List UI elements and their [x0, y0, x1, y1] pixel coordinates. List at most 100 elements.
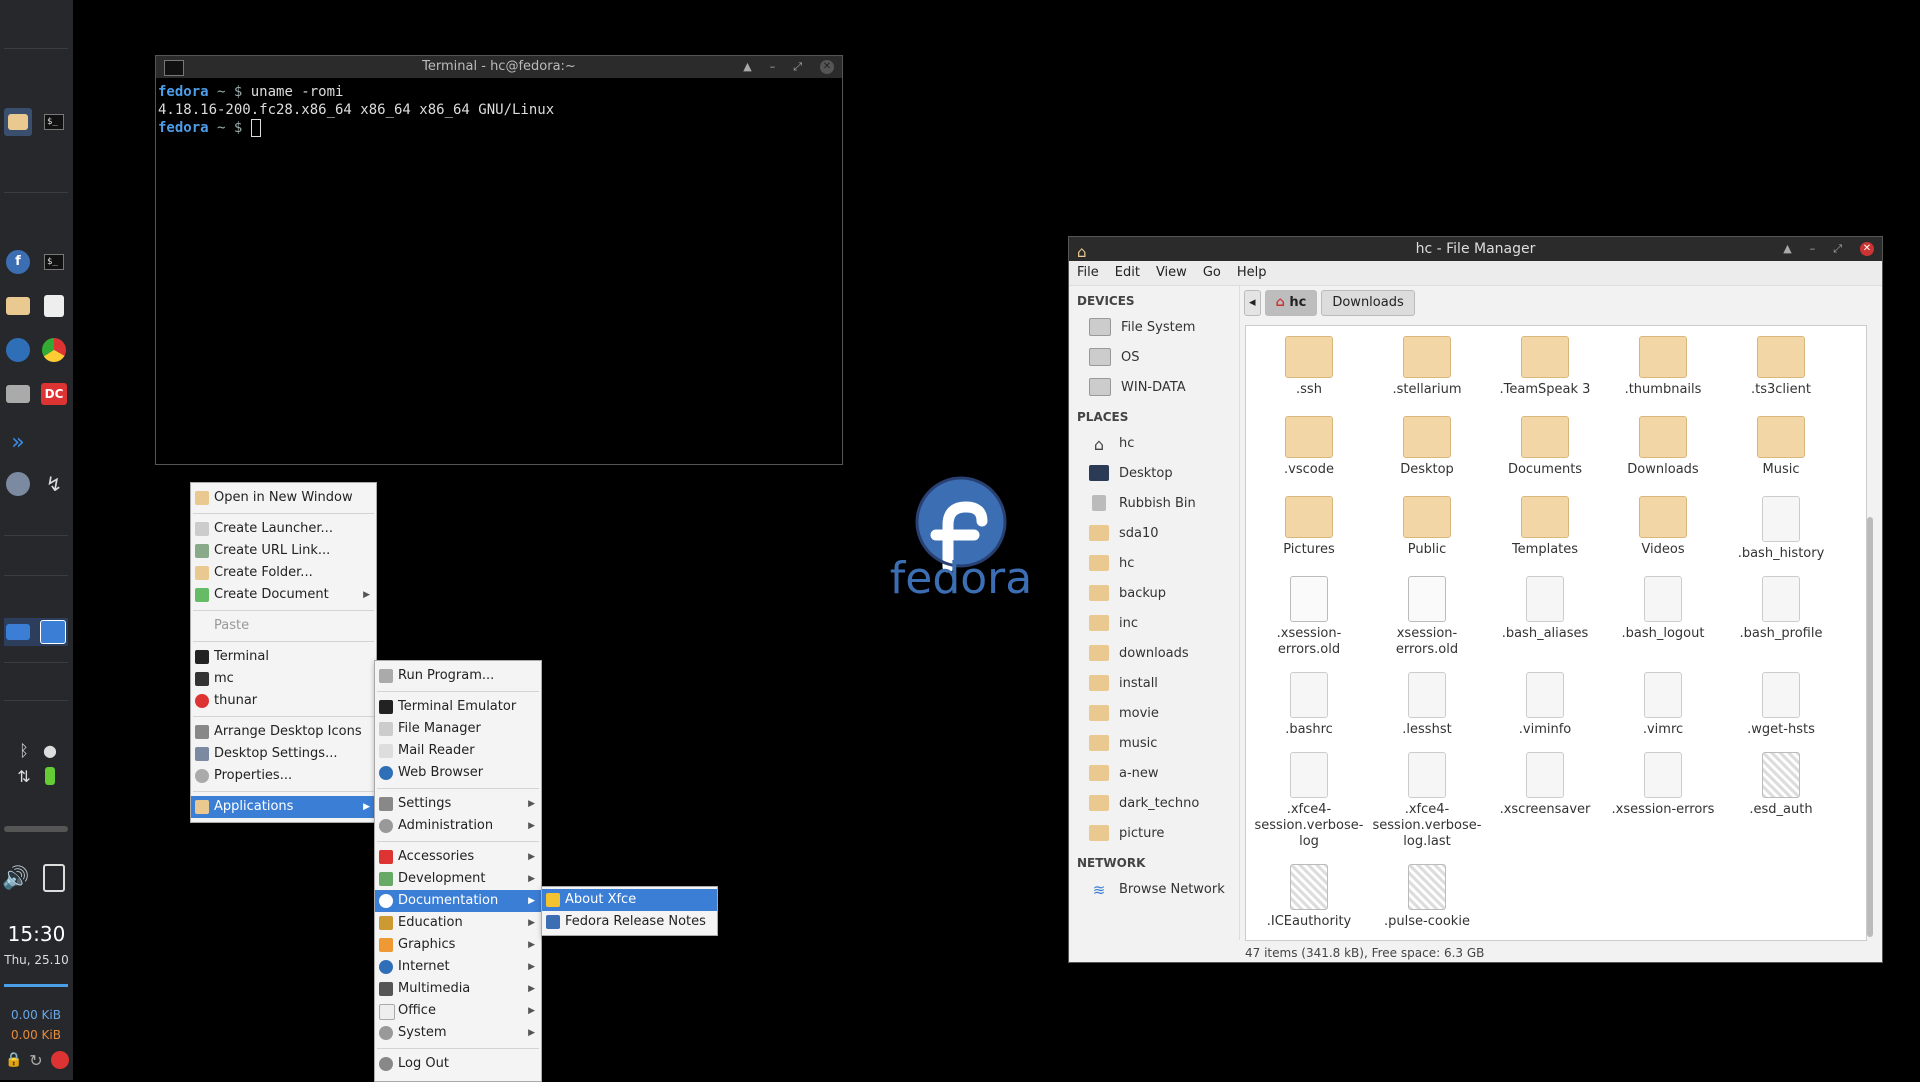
sidebar-item-dark-techno[interactable]: dark_techno — [1069, 788, 1239, 818]
file-item[interactable]: .bash_profile — [1722, 568, 1840, 642]
folder-item[interactable]: Music — [1722, 408, 1840, 478]
terminal-titlebar[interactable]: Terminal - hc@fedora:~ ▲ – ⤢ ✕ — [156, 56, 842, 78]
sidebar-item-rubbish-bin[interactable]: Rubbish Bin — [1069, 488, 1239, 518]
file-item[interactable]: .xfce4-session.verbose-log — [1250, 744, 1368, 850]
clock-time[interactable]: 15:30 — [0, 922, 73, 946]
sidebar-item-hc[interactable]: hc — [1069, 548, 1239, 578]
scrollbar-thumb[interactable] — [1867, 517, 1873, 937]
file-item[interactable]: .bash_aliases — [1486, 568, 1604, 642]
menu-office[interactable]: Office ▶ — [375, 1000, 541, 1022]
folder-window-button[interactable] — [4, 108, 32, 136]
path-left-arrow-icon[interactable]: ◂ — [1244, 290, 1261, 316]
minimize-icon[interactable]: – — [1810, 237, 1816, 261]
menu-accessories[interactable]: Accessories ▶ — [375, 846, 541, 868]
folder-item[interactable]: Pictures — [1250, 488, 1368, 558]
menu-edit[interactable]: Edit — [1107, 261, 1148, 285]
sidebar-item-hc-home[interactable]: ⌂ hc — [1069, 428, 1239, 458]
settings-launcher[interactable] — [4, 470, 32, 498]
menu-help[interactable]: Help — [1229, 261, 1275, 285]
chrome-launcher[interactable] — [40, 336, 68, 364]
folder-item[interactable]: .ssh — [1250, 328, 1368, 398]
menu-graphics[interactable]: Graphics ▶ — [375, 934, 541, 956]
menu-arrange-icons[interactable]: Arrange Desktop Icons — [191, 721, 376, 743]
browser-launcher[interactable] — [4, 336, 32, 364]
menu-create-folder[interactable]: Create Folder... — [191, 562, 376, 584]
sidebar-item-picture[interactable]: picture — [1069, 818, 1239, 848]
sidebar-item-backup[interactable]: backup — [1069, 578, 1239, 608]
menu-applications[interactable]: Applications ▶ — [191, 796, 376, 818]
folder-item[interactable]: .vscode — [1250, 408, 1368, 478]
terminal-launcher[interactable]: $_ — [40, 248, 68, 276]
folder-item[interactable]: Public — [1368, 488, 1486, 558]
file-item[interactable]: .xsession-errors.old — [1250, 568, 1368, 658]
file-item[interactable]: .bash_history — [1722, 488, 1840, 562]
file-item[interactable]: .wget-hsts — [1722, 664, 1840, 738]
sidebar-item-inc[interactable]: inc — [1069, 608, 1239, 638]
menu-thunar[interactable]: thunar — [191, 690, 376, 712]
menu-documentation[interactable]: Documentation ▶ — [375, 890, 541, 912]
folder-item[interactable]: .TeamSpeak 3 — [1486, 328, 1604, 398]
folder-item[interactable]: .thumbnails — [1604, 328, 1722, 398]
file-item[interactable]: .esd_auth — [1722, 744, 1840, 818]
network-arrows-icon[interactable]: ⇅ — [10, 762, 38, 790]
file-item[interactable]: .lesshst — [1368, 664, 1486, 738]
menu-mail-reader[interactable]: Mail Reader — [375, 740, 541, 762]
menu-create-launcher[interactable]: Create Launcher... — [191, 518, 376, 540]
menu-properties[interactable]: Properties... — [191, 765, 376, 787]
menu-settings[interactable]: Settings ▶ — [375, 793, 541, 815]
sidebar-item-win-data[interactable]: WIN-DATA — [1069, 372, 1239, 402]
workspace-switcher[interactable] — [4, 618, 68, 646]
menu-administration[interactable]: Administration ▶ — [375, 815, 541, 837]
folder-item[interactable]: .ts3client — [1722, 328, 1840, 398]
doublecmd-launcher[interactable]: DC — [40, 380, 68, 408]
folder-item[interactable]: Documents — [1486, 408, 1604, 478]
menu-view[interactable]: View — [1148, 261, 1195, 285]
menu-education[interactable]: Education ▶ — [375, 912, 541, 934]
menu-open-new-window[interactable]: Open in New Window — [191, 487, 376, 509]
sidebar-item-downloads[interactable]: downloads — [1069, 638, 1239, 668]
menu-system[interactable]: System ▶ — [375, 1022, 541, 1044]
menu-internet[interactable]: Internet ▶ — [375, 956, 541, 978]
sidebar-item-file-system[interactable]: File System — [1069, 312, 1239, 342]
terminal-window[interactable]: Terminal - hc@fedora:~ ▲ – ⤢ ✕ fedora ~ … — [155, 55, 843, 465]
menu-run-program[interactable]: Run Program... — [375, 665, 541, 687]
menu-terminal[interactable]: Terminal — [191, 646, 376, 668]
menu-multimedia[interactable]: Multimedia ▶ — [375, 978, 541, 1000]
power-icon[interactable] — [46, 1046, 74, 1074]
file-item[interactable]: .ICEauthority — [1250, 856, 1368, 930]
file-item[interactable]: .xfce4-session.verbose-log.last — [1368, 744, 1486, 850]
sidebar-item-browse-network[interactable]: ≋ Browse Network — [1069, 874, 1239, 904]
menu-about-xfce[interactable]: About Xfce — [542, 889, 717, 911]
home-launcher[interactable] — [4, 380, 32, 408]
lightbulb-icon[interactable]: ● — [36, 736, 64, 764]
menu-desktop-settings[interactable]: Desktop Settings... — [191, 743, 376, 765]
battery-icon[interactable] — [36, 762, 64, 790]
menu-create-url-link[interactable]: Create URL Link... — [191, 540, 376, 562]
minimize-icon[interactable]: – — [770, 56, 776, 78]
file-item[interactable]: .vimrc — [1604, 664, 1722, 738]
folder-item[interactable]: Desktop — [1368, 408, 1486, 478]
shade-icon[interactable]: ▲ — [743, 56, 751, 78]
menu-mc[interactable]: mc — [191, 668, 376, 690]
terminal-output[interactable]: fedora ~ $ uname -romi 4.18.16-200.fc28.… — [156, 78, 842, 142]
folder-item[interactable]: Videos — [1604, 488, 1722, 558]
file-manager-window[interactable]: ⌂ hc - File Manager ▲ – ⤢ ✕ File Edit Vi… — [1068, 236, 1883, 963]
wrench-icon[interactable]: ↯ — [40, 470, 68, 498]
terminal-window-button[interactable]: $_ — [40, 108, 68, 136]
shade-icon[interactable]: ▲ — [1783, 237, 1791, 261]
close-icon[interactable]: ✕ — [820, 60, 834, 74]
sidebar-item-sda10[interactable]: sda10 — [1069, 518, 1239, 548]
folder-item[interactable]: Downloads — [1604, 408, 1722, 478]
folder-item[interactable]: .stellarium — [1368, 328, 1486, 398]
sidebar-item-install[interactable]: install — [1069, 668, 1239, 698]
close-icon[interactable]: ✕ — [1860, 242, 1874, 256]
fedora-launcher[interactable]: f — [4, 248, 32, 276]
menu-fedora-release-notes[interactable]: Fedora Release Notes — [542, 911, 717, 933]
bluetooth-icon[interactable]: ᛒ — [10, 736, 38, 764]
sidebar-item-a-new[interactable]: a-new — [1069, 758, 1239, 788]
file-item[interactable]: xsession-errors.old — [1368, 568, 1486, 658]
menu-create-document[interactable]: Create Document ▶ — [191, 584, 376, 606]
file-manager-titlebar[interactable]: ⌂ hc - File Manager ▲ – ⤢ ✕ — [1069, 237, 1882, 261]
maximize-icon[interactable]: ⤢ — [1833, 237, 1842, 261]
sidebar-item-music[interactable]: music — [1069, 728, 1239, 758]
